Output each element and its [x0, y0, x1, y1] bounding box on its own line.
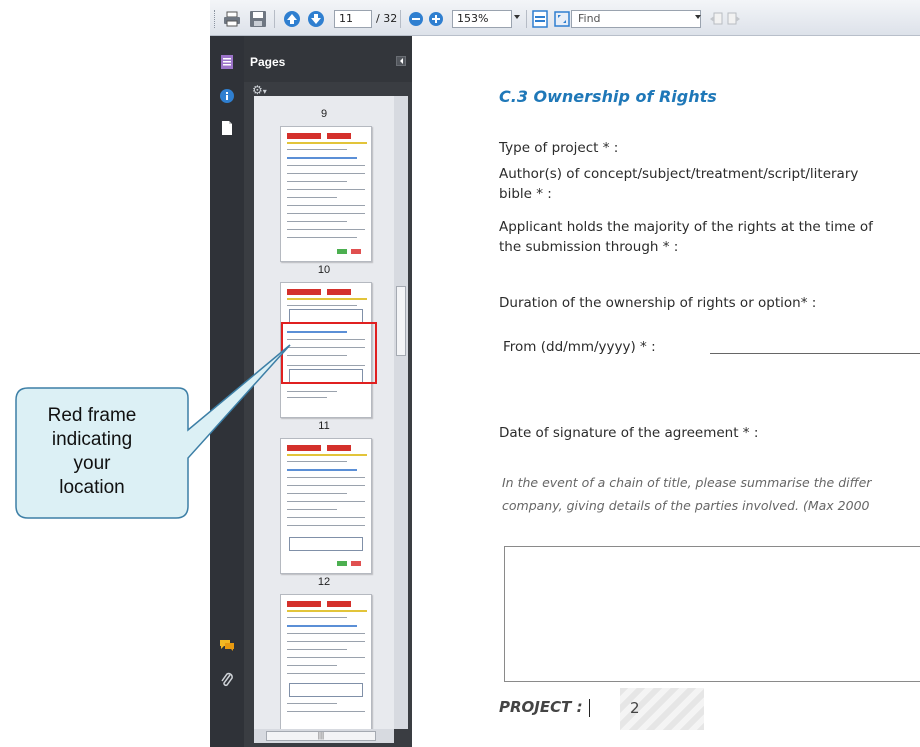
find-next-button[interactable] [724, 9, 744, 29]
full-screen-icon [554, 11, 570, 27]
fit-page-button[interactable] [530, 9, 550, 29]
callout-line: Red frame [47, 405, 137, 426]
thumbnail-horizontal-scrollbar[interactable]: ||| [254, 729, 394, 743]
zoom-in-button[interactable] [426, 9, 446, 29]
field-label: Author(s) of concept/subject/treatment/s… [499, 166, 859, 182]
date-from-input[interactable] [710, 353, 920, 354]
comments-icon[interactable] [219, 637, 235, 653]
full-screen-button[interactable] [552, 9, 572, 29]
document-page: C.3 Ownership of Rights Type of project … [416, 36, 920, 747]
text-cursor [589, 699, 590, 717]
callout-line: indicating [51, 429, 133, 450]
field-label: bible * : [499, 186, 552, 202]
find-input[interactable]: Find [571, 10, 701, 28]
zoom-level-select[interactable]: 153% [452, 10, 512, 28]
callout-line: your [73, 453, 111, 474]
field-label: Date of signature of the agreement * : [499, 425, 759, 441]
find-previous-icon [710, 12, 723, 25]
field-label: the submission through * : [499, 239, 679, 255]
section-title: C.3 Ownership of Rights [499, 87, 717, 106]
callout-text: Red frame indicating your location [12, 404, 172, 500]
find-previous-button[interactable] [706, 9, 726, 29]
field-label: Type of project * : [499, 140, 619, 156]
project-label: PROJECT : [499, 698, 583, 716]
scrollbar-thumb[interactable]: ||| [266, 731, 376, 741]
field-label: Duration of the ownership of rights or o… [499, 295, 817, 311]
find-next-icon [727, 12, 740, 25]
project-number-field[interactable]: 2 [620, 688, 704, 730]
zoom-in-icon [429, 12, 443, 26]
pdf-viewer-screenshot: 11 / 32 153% Find Pages ⚙▾ 9 10 11 12 ||… [0, 0, 920, 747]
attachments-icon[interactable] [219, 672, 235, 688]
project-number-value: 2 [630, 699, 640, 717]
toolbar-separator [526, 10, 527, 28]
field-label: Applicant holds the majority of the righ… [499, 219, 873, 235]
chevron-down-icon[interactable] [695, 15, 701, 19]
fit-page-icon [532, 10, 548, 28]
thumbnail-label: 12 [317, 576, 331, 588]
chevron-down-icon[interactable] [514, 15, 520, 19]
chain-of-title-textarea[interactable] [504, 546, 920, 682]
page-thumbnail-13[interactable] [280, 594, 372, 729]
field-label: From (dd/mm/yyyy) * : [503, 339, 656, 355]
instruction-text: company, giving details of the parties i… [502, 498, 870, 513]
instruction-text: In the event of a chain of title, please… [502, 475, 872, 490]
callout-line: location [59, 477, 125, 498]
